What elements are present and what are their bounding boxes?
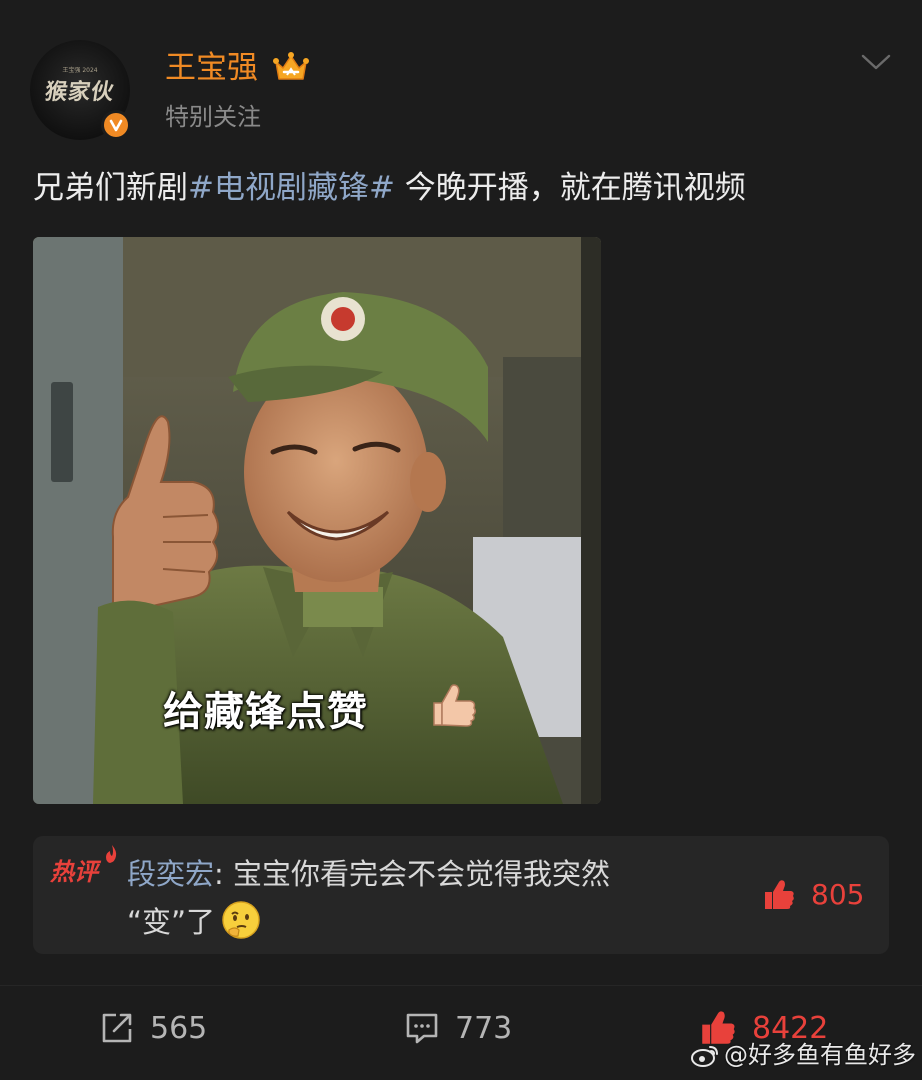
verified-v-icon: [101, 110, 131, 140]
comment-like-count: 805: [811, 878, 865, 911]
comment-line-1: 宝宝你看完会不会觉得我突然: [233, 857, 611, 891]
hot-comment-tag: 热评: [50, 858, 98, 886]
comment-count: 773: [455, 1010, 513, 1046]
weibo-post-card: 王宝强 2024 猴家伙 王宝强 特别关注 兄弟们新剧#电视剧藏锋# 今晚开播，…: [0, 0, 922, 1080]
post-image[interactable]: 给藏锋点赞: [33, 237, 601, 804]
post-text: 兄弟们新剧#电视剧藏锋# 今晚开播，就在腾讯视频: [33, 164, 903, 212]
watermark-text: @好多鱼有鱼好多: [724, 1041, 916, 1069]
hashtag-link[interactable]: #电视剧藏锋#: [188, 170, 395, 206]
crown-icon: [273, 52, 309, 80]
share-button[interactable]: 565: [100, 1008, 207, 1048]
comment-button[interactable]: 773: [405, 1008, 512, 1048]
follow-status: 特别关注: [165, 103, 261, 131]
comment-icon: [406, 1013, 438, 1044]
watermark: @好多鱼有鱼好多: [690, 1038, 916, 1072]
comment-author[interactable]: 段奕宏: [127, 857, 214, 891]
post-text-lead: 兄弟们新剧: [33, 170, 188, 206]
weibo-logo-icon: [691, 1046, 718, 1067]
like-icon[interactable]: [763, 879, 795, 911]
hot-comment-box[interactable]: 热评 段奕宏: 宝宝你看完会不会觉得我突然 “变”了 805: [33, 836, 889, 954]
comment-line-2: “变”了: [127, 905, 216, 939]
flame-icon: [106, 845, 117, 863]
avatar-wordmark: 猴家伙: [43, 79, 117, 105]
share-count: 565: [150, 1010, 208, 1046]
thinking-face-icon: [222, 901, 260, 939]
avatar-subtext: 王宝强 2024: [62, 67, 98, 74]
username[interactable]: 王宝强: [165, 48, 258, 88]
chevron-down-icon[interactable]: [860, 52, 892, 72]
share-icon: [102, 1013, 132, 1043]
comment-separator: :: [214, 857, 234, 891]
comment-text: 段奕宏: 宝宝你看完会不会觉得我突然 “变”了: [127, 850, 747, 946]
image-caption: 给藏锋点赞: [163, 689, 368, 735]
thumbs-up-icon: [433, 684, 477, 727]
post-text-tail: 今晚开播，就在腾讯视频: [394, 170, 746, 206]
